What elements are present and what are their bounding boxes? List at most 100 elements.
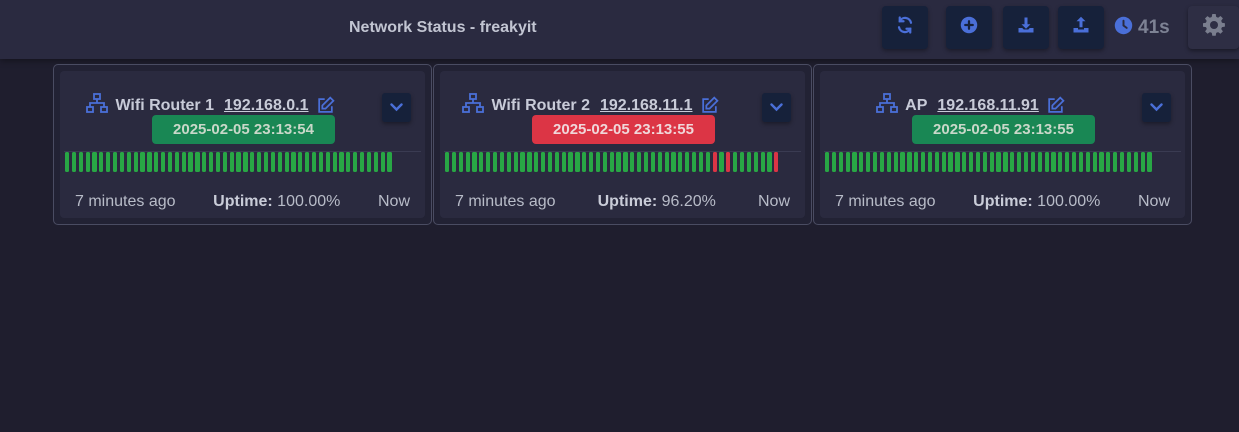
- uptime-bar: [568, 152, 573, 172]
- refresh-timer: 41s: [1114, 16, 1170, 40]
- expand-button[interactable]: [762, 93, 791, 122]
- uptime-bar: [712, 152, 717, 172]
- chevron-down-icon: [1150, 99, 1163, 117]
- latest-label: Now: [757, 193, 790, 210]
- uptime-bar: [1085, 152, 1090, 172]
- uptime-bar: [962, 152, 967, 172]
- device-ip-link[interactable]: 192.168.11.1: [600, 97, 693, 115]
- uptime-summary: Uptime: 96.20%: [598, 193, 716, 211]
- uptime-bar: [277, 152, 282, 172]
- uptime-bar: [637, 152, 642, 172]
- refresh-button[interactable]: [882, 6, 928, 49]
- status-badge: 2025-02-05 23:13:55: [532, 115, 715, 144]
- uptime-bar: [451, 152, 457, 172]
- device-card-body: Wifi Router 2 192.168.11.1 2025-02-05 23…: [440, 71, 805, 218]
- uptime-bar: [71, 152, 77, 172]
- uptime-bar: [202, 152, 207, 172]
- uptime-bar: [161, 152, 166, 172]
- uptime-bar: [948, 152, 953, 172]
- device-name: Wifi Router 1: [115, 96, 214, 114]
- uptime-bar: [982, 152, 987, 172]
- uptime-bar: [541, 152, 546, 172]
- add-device-button[interactable]: [946, 6, 992, 49]
- edit-icon[interactable]: [700, 96, 719, 115]
- uptime-bar: [243, 152, 248, 172]
- uptime-bar: [133, 152, 138, 172]
- uptime-bar: [609, 152, 614, 172]
- uptime-label: Uptime:: [597, 193, 658, 210]
- uptime-bar: [78, 152, 83, 172]
- first-seen-label: 7 minutes ago: [835, 193, 936, 210]
- uptime-bar: [147, 152, 152, 172]
- expand-button[interactable]: [382, 93, 411, 122]
- uptime-label: Uptime:: [973, 193, 1033, 210]
- uptime-summary: Uptime: 100.00%: [213, 193, 340, 211]
- uptime-bar: [209, 152, 214, 172]
- edit-icon[interactable]: [1046, 96, 1065, 115]
- device-footer: 7 minutes ago Uptime: 100.00% Now: [75, 193, 410, 211]
- uptime-bar: [1030, 152, 1035, 172]
- export-button[interactable]: [1058, 6, 1104, 49]
- uptime-bar: [99, 152, 104, 172]
- uptime-history: [825, 152, 1152, 172]
- latest-label: Now: [377, 193, 410, 210]
- uptime-value: 100.00%: [277, 193, 341, 210]
- edit-icon[interactable]: [316, 96, 335, 115]
- uptime-bar: [353, 152, 358, 172]
- uptime-bar: [257, 152, 262, 172]
- uptime-bar: [346, 152, 351, 172]
- uptime-bar: [941, 152, 946, 172]
- uptime-bar: [465, 152, 470, 172]
- uptime-bar: [499, 152, 505, 172]
- uptime-bar: [359, 152, 365, 172]
- uptime-bar: [311, 152, 317, 172]
- device-ip-link[interactable]: 192.168.11.91: [937, 97, 1038, 115]
- uptime-bar: [1099, 152, 1104, 172]
- uptime-bar: [181, 152, 186, 172]
- uptime-bar: [188, 152, 193, 172]
- uptime-bar: [733, 152, 738, 172]
- uptime-bar: [900, 152, 905, 172]
- uptime-bar: [1065, 152, 1070, 172]
- expand-button[interactable]: [1142, 93, 1171, 122]
- uptime-bar: [1010, 152, 1015, 172]
- device-ip-link[interactable]: 192.168.0.1: [224, 97, 309, 115]
- uptime-bar: [760, 152, 765, 172]
- uptime-bar: [506, 152, 511, 172]
- uptime-bar: [907, 152, 912, 172]
- uptime-bar: [1119, 152, 1125, 172]
- uptime-bar: [859, 152, 864, 172]
- uptime-bar: [554, 152, 559, 172]
- uptime-bar: [1023, 152, 1029, 172]
- uptime-bar: [719, 152, 724, 172]
- uptime-bar: [1003, 152, 1008, 172]
- import-button[interactable]: [1003, 6, 1049, 49]
- uptime-bar: [746, 152, 751, 172]
- uptime-bar: [643, 152, 649, 172]
- device-card-2: Wifi Router 2 192.168.11.1 2025-02-05 23…: [433, 64, 812, 225]
- uptime-bar: [582, 152, 587, 172]
- uptime-bar: [113, 152, 118, 172]
- uptime-bar: [838, 152, 843, 172]
- uptime-bar: [1133, 152, 1138, 172]
- uptime-bar: [195, 152, 200, 172]
- uptime-bar: [602, 152, 607, 172]
- uptime-bar: [270, 152, 275, 172]
- uptime-bar: [520, 152, 525, 172]
- uptime-bar: [126, 152, 131, 172]
- clock-icon: [1114, 16, 1133, 40]
- uptime-value: 96.20%: [661, 193, 716, 210]
- uptime-bar: [726, 152, 731, 172]
- uptime-bar: [1051, 152, 1056, 172]
- uptime-history: [65, 152, 392, 172]
- uptime-bar: [472, 152, 477, 172]
- device-card-body: AP 192.168.11.91 2025-02-05 23:13:55 7 m…: [820, 71, 1185, 218]
- uptime-bar: [589, 152, 594, 172]
- uptime-bar: [879, 152, 885, 172]
- uptime-bar: [250, 152, 255, 172]
- settings-button[interactable]: [1188, 6, 1239, 49]
- uptime-bar: [893, 152, 898, 172]
- network-icon: [462, 93, 485, 118]
- uptime-bar: [1044, 152, 1049, 172]
- uptime-bar: [831, 152, 837, 172]
